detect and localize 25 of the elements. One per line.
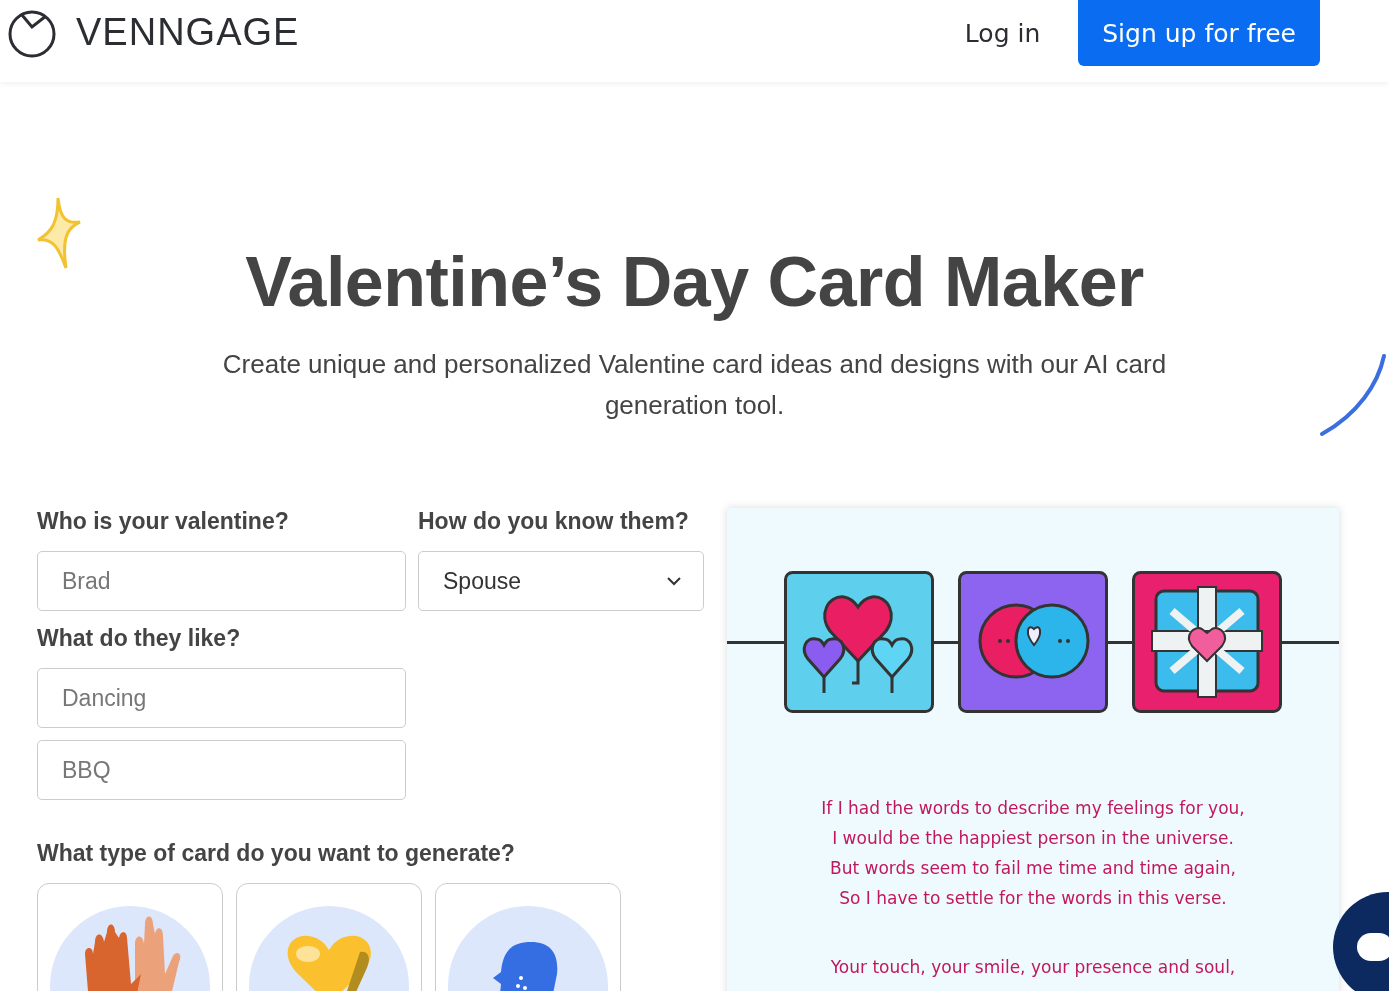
- like-input[interactable]: BBQ: [37, 740, 406, 800]
- chevron-down-icon: [667, 576, 681, 586]
- relation-dropdown[interactable]: Spouse: [418, 551, 704, 611]
- page-subtitle: Create unique and personalized Valentine card ideas and designs with our AI card generation tool.: [221, 348, 1168, 422]
- poem-line: If I had the words to describe my feelings for you,: [821, 797, 1245, 820]
- card-type-option[interactable]: [435, 883, 621, 991]
- like-input[interactable]: Dancing: [37, 668, 406, 728]
- signup-button[interactable]: Sign up for free: [1078, 0, 1320, 66]
- sparkle-icon: [36, 196, 82, 270]
- field-label: What type of card do you want to generate?: [37, 840, 516, 867]
- valentine-input[interactable]: Brad: [37, 551, 406, 611]
- chat-bubble-icon: [1357, 933, 1389, 961]
- field-label: What do they like?: [37, 625, 242, 652]
- card-type-option[interactable]: [236, 883, 422, 991]
- poem-line: I would be the happiest person in the universe.: [832, 827, 1234, 850]
- field-label: Who is your valentine?: [37, 508, 290, 535]
- logo-text[interactable]: VENNGAGE: [76, 10, 300, 54]
- field-label: How do you know them?: [418, 508, 690, 535]
- poem-line: So I have to settle for the words in this verse.: [839, 887, 1227, 910]
- brush-stroke-icon: [1318, 354, 1388, 438]
- login-link[interactable]: Log in: [964, 18, 1041, 48]
- poem-line: But words seem to fail me time and time again,: [830, 857, 1236, 880]
- poem-line: Your touch, your smile, your presence and soul,: [830, 956, 1236, 979]
- page-title: Valentine’s Day Card Maker: [244, 242, 1145, 322]
- card-type-option[interactable]: [37, 883, 223, 991]
